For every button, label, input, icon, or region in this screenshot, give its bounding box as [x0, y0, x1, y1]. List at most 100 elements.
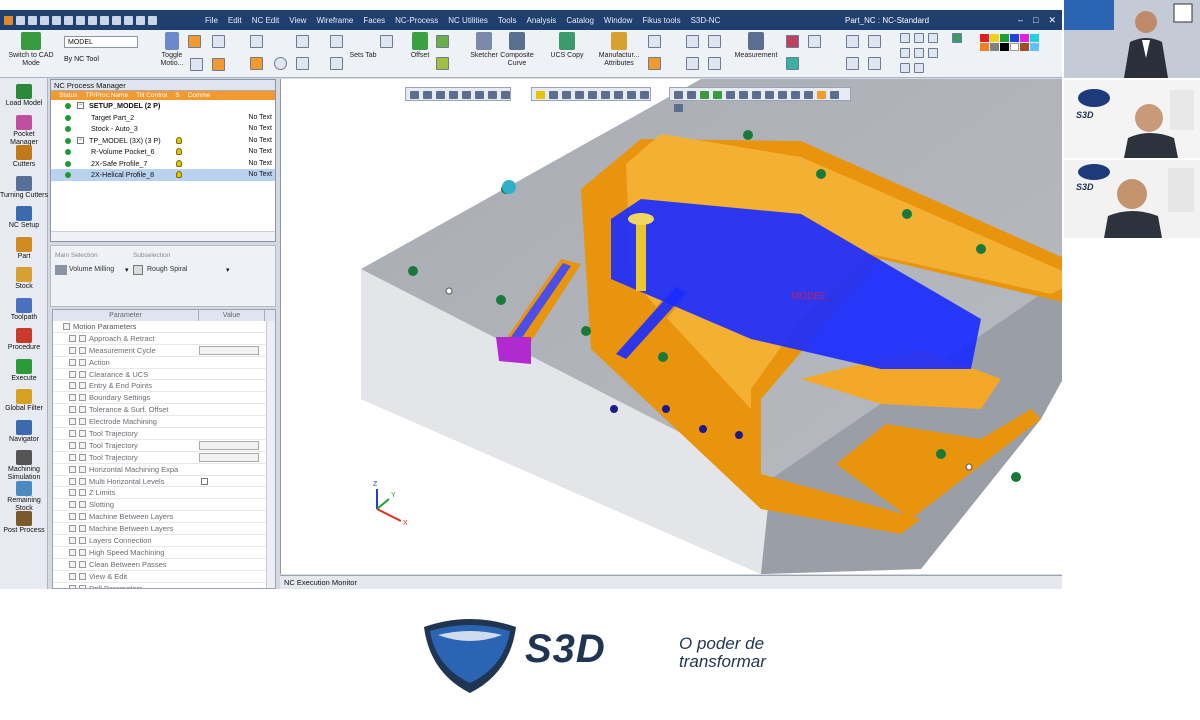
- expand-node-icon[interactable]: [69, 572, 76, 580]
- menu-item-view[interactable]: View: [284, 16, 311, 25]
- column-header[interactable]: Status: [51, 91, 77, 100]
- left-tool-turning-cutters[interactable]: Turning Cutters: [0, 175, 48, 200]
- tool-icon-o[interactable]: [686, 35, 699, 48]
- left-tool-navigator[interactable]: Navigator: [0, 419, 48, 444]
- color-palette[interactable]: [980, 34, 1039, 51]
- menu-item-catalog[interactable]: Catalog: [561, 16, 599, 25]
- print-icon[interactable]: [52, 15, 61, 25]
- left-tool-procedure[interactable]: Procedure: [0, 328, 48, 352]
- parameter-row[interactable]: Multi Horizontal Levels: [53, 476, 275, 488]
- close-button[interactable]: ✕: [1048, 15, 1056, 26]
- parameter-row[interactable]: Boundary Settings: [53, 392, 275, 405]
- parameter-row[interactable]: High Speed Machining: [53, 547, 275, 559]
- view-icon-a[interactable]: [900, 33, 910, 43]
- view-icon-g[interactable]: [900, 63, 910, 73]
- color-green[interactable]: [1000, 34, 1009, 42]
- menu-item-tools[interactable]: Tools: [493, 16, 522, 25]
- parameter-row[interactable]: Clean Between Passes: [53, 559, 275, 571]
- tool-icon-i[interactable]: [330, 57, 343, 70]
- expand-node-icon[interactable]: [69, 560, 76, 568]
- view-toolbar-2[interactable]: [531, 87, 651, 101]
- pan-icon[interactable]: [868, 57, 881, 70]
- left-tool-post-process[interactable]: Post Process: [0, 511, 48, 535]
- lightbulb-icon[interactable]: [176, 148, 182, 155]
- ucs-copy-button[interactable]: UCS Copy: [549, 32, 585, 60]
- parameter-row[interactable]: Action: [53, 357, 275, 369]
- left-tool-cutters[interactable]: Cutters: [0, 145, 48, 169]
- info-icon[interactable]: [274, 57, 287, 70]
- parameter-row[interactable]: Machine Between Layers: [53, 511, 275, 524]
- parameter-scrollbar[interactable]: [266, 321, 275, 588]
- menu-item-nc-edit[interactable]: NC Edit: [247, 16, 285, 25]
- parameter-row[interactable]: Tool Trajectory: [53, 428, 275, 440]
- color-red[interactable]: [980, 34, 989, 42]
- video-tile-2[interactable]: S3D: [1064, 80, 1200, 158]
- save-icon[interactable]: [40, 15, 49, 25]
- column-header[interactable]: Tilt Control: [128, 91, 167, 100]
- nc-tree-row[interactable]: R-Volume Pocket_6 No Text: [51, 146, 275, 158]
- toggle-motion-button[interactable]: Toggle Motio...: [155, 32, 189, 68]
- expand-node-icon[interactable]: [69, 453, 76, 461]
- expand-node-icon[interactable]: [69, 465, 76, 473]
- new-icon[interactable]: [16, 15, 25, 25]
- tool-icon-q[interactable]: [708, 35, 721, 48]
- parameter-row[interactable]: Entry & End Points: [53, 380, 275, 393]
- tool-icon-f[interactable]: [296, 35, 309, 48]
- color-yellow[interactable]: [990, 34, 999, 42]
- subselection-value[interactable]: Rough Spiral: [147, 266, 187, 273]
- view-icon-d[interactable]: [900, 48, 910, 58]
- highlight-tool-icon[interactable]: [188, 35, 201, 48]
- parameter-checkbox[interactable]: [201, 477, 208, 485]
- menu-item-wireframe[interactable]: Wireframe: [311, 16, 358, 25]
- tool-icon-a[interactable]: [212, 35, 225, 48]
- main-selection-dropdown[interactable]: ▾: [125, 266, 129, 274]
- composite-curve-button[interactable]: Composite Curve: [499, 32, 535, 68]
- color-cyan[interactable]: [1030, 34, 1039, 42]
- color-orange[interactable]: [980, 43, 989, 51]
- tool-icon-b[interactable]: [190, 58, 203, 71]
- left-tool-toolpath[interactable]: Toolpath: [0, 297, 48, 322]
- zoom-icon[interactable]: [846, 35, 859, 48]
- tool-icon-s[interactable]: [786, 35, 799, 48]
- menu-item-s3d-nc[interactable]: S3D-NC: [686, 16, 726, 25]
- left-tool-machining-simulation[interactable]: Machining Simulation: [0, 450, 48, 482]
- copy-icon[interactable]: [64, 15, 73, 25]
- expand-node-icon[interactable]: [69, 441, 76, 449]
- measurement-button[interactable]: Measurement: [730, 32, 782, 60]
- left-tool-global-filter[interactable]: Global Filter: [0, 389, 48, 413]
- column-header[interactable]: Comme: [180, 91, 211, 100]
- expand-node-icon[interactable]: [69, 382, 76, 390]
- nc-tree-row[interactable]: − TP_MODEL (3X) (3 P) No Text: [51, 135, 275, 147]
- left-tool-nc-setup[interactable]: NC Setup: [0, 206, 48, 230]
- left-tool-pocket-manager[interactable]: Pocket Manager: [0, 114, 48, 147]
- left-tool-part[interactable]: Part: [0, 236, 48, 261]
- menu-item-edit[interactable]: Edit: [223, 16, 247, 25]
- open-icon[interactable]: [28, 15, 37, 25]
- column-header[interactable]: TP/Proc.Name: [77, 91, 128, 100]
- switch-cad-button[interactable]: Switch to CAD Mode: [6, 32, 56, 68]
- parameter-value-field[interactable]: [199, 440, 259, 450]
- settings-icon[interactable]: [148, 15, 157, 25]
- parameter-row[interactable]: Horizontal Machining Expa: [53, 464, 275, 476]
- expand-node-icon[interactable]: [69, 334, 76, 342]
- undo-icon[interactable]: [88, 15, 97, 25]
- refresh-icon[interactable]: [112, 15, 121, 25]
- view-icon-c[interactable]: [928, 33, 938, 43]
- menu-item-fikus-tools[interactable]: Fikus tools: [637, 16, 685, 25]
- tool-icon-r[interactable]: [708, 57, 721, 70]
- parameter-row[interactable]: View & Edit: [53, 571, 275, 583]
- view-toolbar-1[interactable]: [405, 87, 511, 101]
- expand-node-icon[interactable]: [69, 477, 76, 485]
- expand-node-icon[interactable]: [69, 358, 76, 366]
- menu-item-file[interactable]: File: [200, 16, 223, 25]
- tool-icon-c[interactable]: [212, 58, 225, 71]
- expand-node-icon[interactable]: [69, 418, 76, 426]
- parameter-row[interactable]: Machine Between Layers: [53, 523, 275, 536]
- tool-icon-h[interactable]: [330, 35, 343, 48]
- parameter-row[interactable]: Motion Parameters: [53, 321, 275, 333]
- tool-icon-m[interactable]: [648, 35, 661, 48]
- expand-toggle-icon[interactable]: −: [77, 136, 84, 144]
- menu-item-nc-process[interactable]: NC-Process: [390, 16, 443, 25]
- lightbulb-icon[interactable]: [176, 171, 182, 178]
- offset-button[interactable]: Offset: [405, 32, 435, 60]
